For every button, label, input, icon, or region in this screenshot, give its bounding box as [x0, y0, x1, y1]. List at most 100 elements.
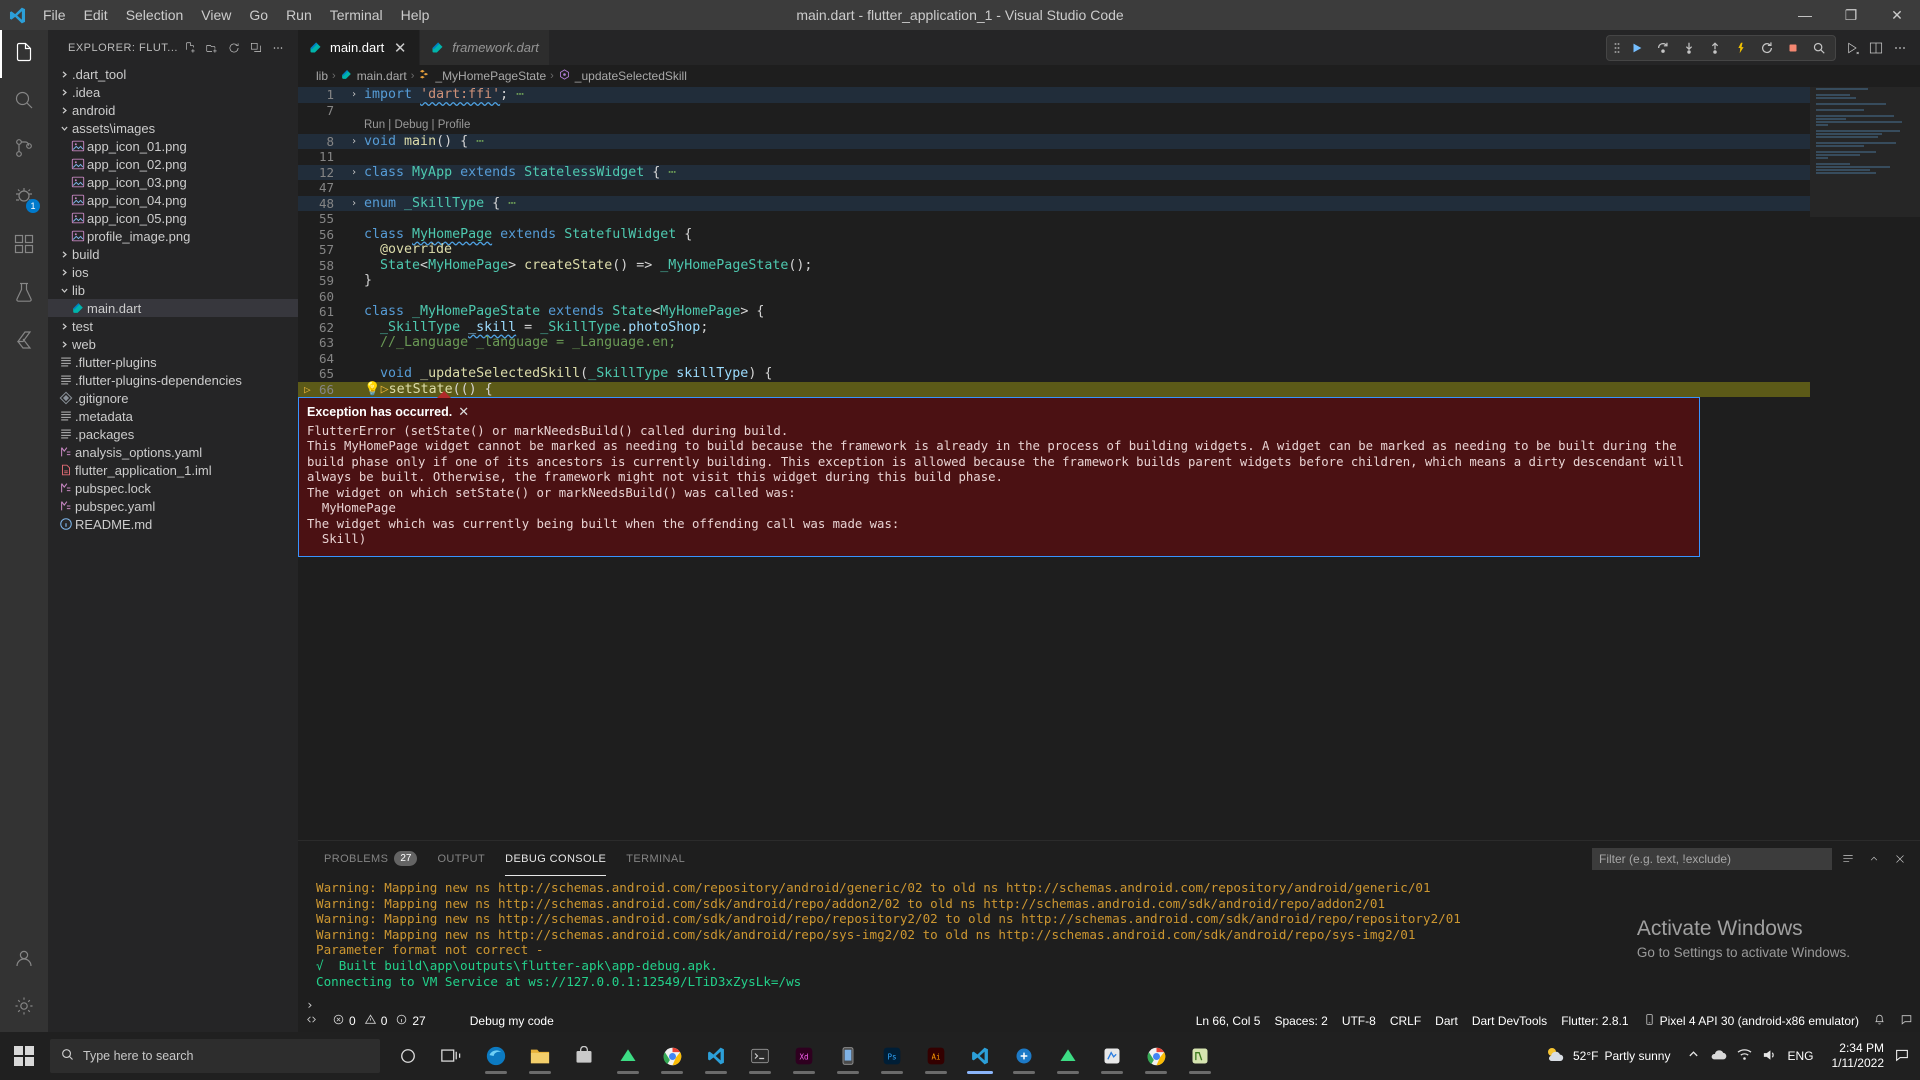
store-icon[interactable] [562, 1036, 606, 1076]
clock[interactable]: 2:34 PM 1/11/2022 [1824, 1041, 1893, 1071]
status-remote[interactable] [298, 1010, 325, 1032]
folder-icon[interactable] [518, 1036, 562, 1076]
step-over-icon[interactable] [1651, 37, 1675, 59]
menu-go[interactable]: Go [240, 4, 277, 26]
tree-item-app-icon-05-png[interactable]: app_icon_05.png [48, 209, 298, 227]
menu-run[interactable]: Run [277, 4, 321, 26]
tab-main-dart[interactable]: main.dart ✕ [298, 30, 421, 65]
tree-item-pubspec-lock[interactable]: pubspec.lock [48, 479, 298, 497]
hot-reload-icon[interactable] [1729, 37, 1753, 59]
chrome-icon[interactable] [650, 1036, 694, 1076]
tree-item-packages[interactable]: .packages [48, 425, 298, 443]
status-notifications[interactable] [1866, 1010, 1893, 1032]
close-icon[interactable]: ✕ [391, 39, 409, 57]
menu-help[interactable]: Help [392, 4, 439, 26]
fold-icon[interactable]: › [346, 134, 362, 150]
filter-input[interactable]: Filter (e.g. text, !exclude) [1592, 847, 1832, 870]
vscode-icon[interactable] [694, 1036, 738, 1076]
panel-tab-debug-console[interactable]: DEBUG CONSOLE [495, 841, 616, 876]
activitybar-accounts[interactable] [0, 936, 48, 984]
notification-icon[interactable] [1894, 1047, 1914, 1066]
weather-widget[interactable]: 52°F Partly sunny [1535, 1043, 1679, 1070]
breadcrumb-method[interactable]: _updateSelectedSkill [558, 68, 687, 84]
photoshop-icon[interactable]: Ps [870, 1036, 914, 1076]
tree-item-readme-md[interactable]: README.md [48, 515, 298, 533]
taskbar-search-input[interactable]: Type here to search [50, 1039, 380, 1073]
lightbulb-icon[interactable]: 💡 [364, 382, 381, 397]
menu-file[interactable]: File [34, 4, 75, 26]
tree-item-assets-images[interactable]: assets\images [48, 119, 298, 137]
tree-item-flutter-plugins-dependencies[interactable]: .flutter-plugins-dependencies [48, 371, 298, 389]
status-feedback[interactable] [1893, 1010, 1920, 1032]
panel-tab-output[interactable]: OUTPUT [427, 841, 495, 876]
tree-item-app-icon-03-png[interactable]: app_icon_03.png [48, 173, 298, 191]
status-launch-config[interactable]: Debug my code [463, 1010, 561, 1032]
menu-terminal[interactable]: Terminal [321, 4, 392, 26]
fold-icon[interactable]: › [346, 165, 362, 181]
tree-item-ios[interactable]: ios [48, 263, 298, 281]
step-into-icon[interactable] [1677, 37, 1701, 59]
tree-item-build[interactable]: build [48, 245, 298, 263]
collapse-all-icon[interactable] [246, 38, 266, 58]
restart-icon[interactable] [1755, 37, 1779, 59]
activitybar-explorer[interactable] [0, 30, 48, 78]
breakpoint-icon[interactable]: ▷ [304, 382, 311, 398]
split-editor-icon[interactable] [1866, 38, 1886, 58]
panel-tab-problems[interactable]: PROBLEMS 27 [314, 841, 427, 876]
step-out-icon[interactable] [1703, 37, 1727, 59]
activitybar-extensions[interactable] [0, 222, 48, 270]
emulator-icon[interactable] [826, 1036, 870, 1076]
tree-item-lib[interactable]: lib [48, 281, 298, 299]
tree-item-idea[interactable]: .idea [48, 83, 298, 101]
maximize-button[interactable]: ❐ [1828, 0, 1874, 30]
show-hidden-icon[interactable] [1688, 1049, 1699, 1063]
app3-icon[interactable] [1046, 1036, 1090, 1076]
tree-item-web[interactable]: web [48, 335, 298, 353]
language-indicator[interactable]: ENG [1787, 1049, 1813, 1063]
open-devtools-icon[interactable] [1807, 37, 1831, 59]
activitybar-run-and-debug[interactable]: 1 [0, 174, 48, 222]
new-folder-icon[interactable] [202, 38, 222, 58]
menu-edit[interactable]: Edit [75, 4, 117, 26]
close-button[interactable]: ✕ [1874, 0, 1920, 30]
new-file-icon[interactable] [180, 38, 200, 58]
exception-popup[interactable]: Exception has occurred. ✕ FlutterError (se… [298, 391, 1700, 557]
breadcrumb-main-dart[interactable]: main.dart [340, 68, 407, 84]
tree-item-analysis-options-yaml[interactable]: analysis_options.yaml [48, 443, 298, 461]
app2-icon[interactable] [1002, 1036, 1046, 1076]
illustrator-icon[interactable]: Ai [914, 1036, 958, 1076]
activitybar-source-control[interactable] [0, 126, 48, 174]
debug-console-output[interactable]: Warning: Mapping new ns http://schemas.a… [298, 876, 1920, 1010]
tree-item-app-icon-02-png[interactable]: app_icon_02.png [48, 155, 298, 173]
run-or-debug-icon[interactable] [1842, 38, 1862, 58]
tree-item-app-icon-01-png[interactable]: app_icon_01.png [48, 137, 298, 155]
chrome-icon[interactable] [1134, 1036, 1178, 1076]
file-tree[interactable]: .dart_tool .idea android assets\images app_i… [48, 65, 298, 1032]
drag-handle[interactable] [1611, 41, 1623, 55]
code-lens[interactable]: Run | Debug | Profile [298, 118, 1810, 134]
tree-item-profile-image-png[interactable]: profile_image.png [48, 227, 298, 245]
clear-console-icon[interactable] [1838, 849, 1858, 869]
menu-view[interactable]: View [192, 4, 240, 26]
tree-item-app-icon-04-png[interactable]: app_icon_04.png [48, 191, 298, 209]
activitybar-search[interactable] [0, 78, 48, 126]
tree-item-main-dart[interactable]: main.dart [48, 299, 298, 317]
activitybar-flutter-devtools[interactable] [0, 318, 48, 366]
tree-item-android[interactable]: android [48, 101, 298, 119]
status-language-mode[interactable]: Dart [1428, 1010, 1465, 1032]
minimap[interactable] [1810, 87, 1920, 840]
status-eol[interactable]: CRLF [1383, 1010, 1428, 1032]
volume-icon[interactable] [1762, 1048, 1777, 1065]
tree-item-gitignore[interactable]: .gitignore [48, 389, 298, 407]
tree-item-test[interactable]: test [48, 317, 298, 335]
stop-icon[interactable] [1781, 37, 1805, 59]
tree-item-flutter-application-1-iml[interactable]: flutter_application_1.iml [48, 461, 298, 479]
refresh-icon[interactable] [224, 38, 244, 58]
maximize-panel-icon[interactable] [1864, 849, 1884, 869]
tree-item-dart-tool[interactable]: .dart_tool [48, 65, 298, 83]
panel-tab-terminal[interactable]: TERMINAL [616, 841, 695, 876]
cortana-icon[interactable] [386, 1036, 430, 1076]
code-lines[interactable]: 1 › import 'dart:ffi'; ⋯ 7 Run | Debug | Pro… [298, 87, 1810, 840]
activitybar-testing[interactable] [0, 270, 48, 318]
code-lens-label[interactable]: Run | Debug | Profile [362, 118, 1810, 134]
